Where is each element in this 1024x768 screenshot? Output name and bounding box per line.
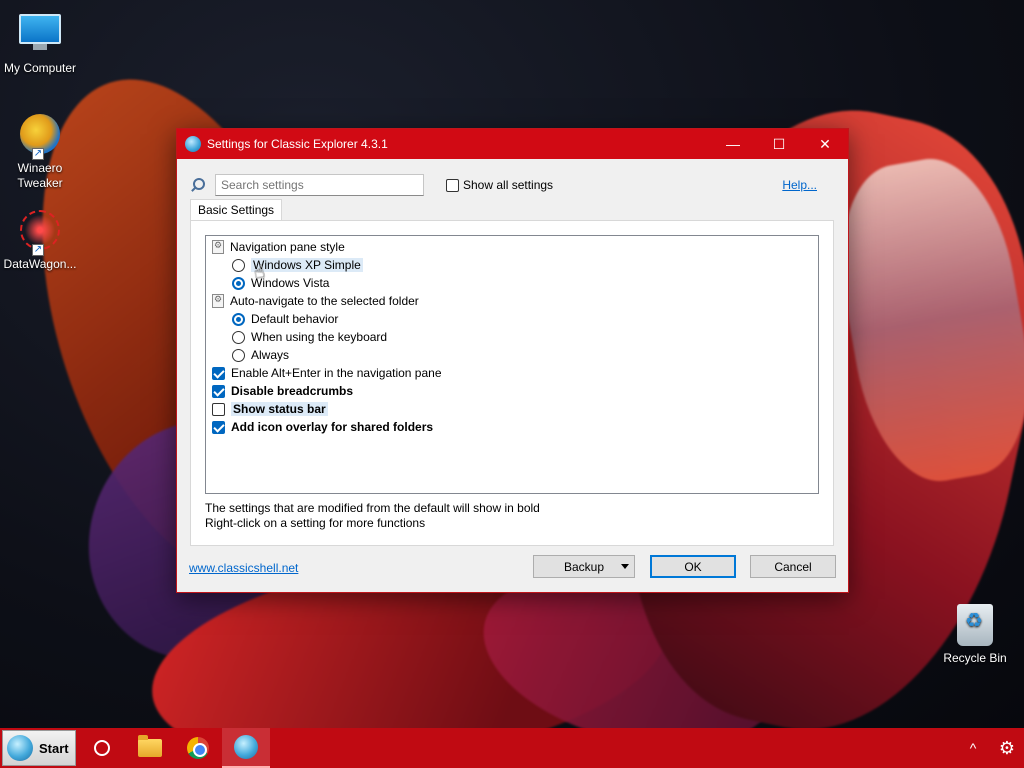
system-tray: ^ ⚙ bbox=[956, 738, 1024, 759]
info-text: The settings that are modified from the … bbox=[205, 501, 540, 531]
radio-always[interactable]: Always bbox=[206, 346, 818, 364]
desktop-icon-datawagon[interactable]: ↗ DataWagon... bbox=[0, 208, 80, 272]
start-button[interactable]: Start bbox=[2, 730, 76, 766]
checkbox-disable-breadcrumbs[interactable]: Disable breadcrumbs bbox=[206, 382, 818, 400]
radio-button[interactable] bbox=[232, 276, 245, 290]
classic-shell-icon bbox=[233, 735, 258, 759]
checkbox-add-icon-overlay[interactable]: Add icon overlay for shared folders bbox=[206, 418, 818, 436]
radio-button[interactable] bbox=[232, 348, 245, 362]
close-button[interactable]: ✕ bbox=[802, 129, 848, 159]
checkbox-box[interactable] bbox=[446, 178, 459, 192]
desktop-icon-label: DataWagon... bbox=[3, 257, 77, 271]
checkbox-label: Show all settings bbox=[463, 178, 554, 192]
taskbar-chrome[interactable] bbox=[174, 728, 222, 768]
checkbox-box[interactable] bbox=[212, 402, 225, 416]
title-bar[interactable]: Settings for Classic Explorer 4.3.1 — ☐ … bbox=[177, 129, 848, 159]
help-link[interactable]: Help... bbox=[782, 178, 817, 192]
tab-panel: Navigation pane style Windows XP Simple … bbox=[190, 220, 834, 546]
dialog-footer: www.classicshell.net Backup OK Cancel bbox=[177, 553, 848, 583]
maximize-button[interactable]: ☐ bbox=[756, 129, 802, 159]
ok-button[interactable]: OK bbox=[650, 555, 736, 578]
shortcut-arrow-icon: ↗ bbox=[32, 244, 44, 256]
datawagon-icon: ↗ bbox=[18, 210, 62, 256]
chevron-up-icon[interactable]: ^ bbox=[956, 740, 990, 756]
start-label: Start bbox=[39, 740, 69, 756]
desktop-icon-label: Recycle Bin bbox=[943, 651, 1007, 665]
desktop-icon-my-computer[interactable]: My Computer bbox=[0, 10, 80, 76]
window-title: Settings for Classic Explorer 4.3.1 bbox=[207, 137, 388, 151]
info-line: The settings that are modified from the … bbox=[205, 501, 540, 515]
folder-icon bbox=[137, 735, 162, 757]
taskbar: Start ^ ⚙ bbox=[0, 728, 1024, 768]
radio-button[interactable] bbox=[232, 258, 245, 272]
desktop-icon-winaero-tweaker[interactable]: ↗ Winaero Tweaker bbox=[0, 112, 80, 191]
setting-group-auto-navigate[interactable]: Auto-navigate to the selected folder bbox=[206, 292, 818, 310]
desktop-icon-recycle-bin[interactable]: Recycle Bin bbox=[935, 604, 1015, 666]
radio-button[interactable] bbox=[232, 312, 245, 326]
taskbar-file-explorer[interactable] bbox=[126, 728, 174, 768]
search-input[interactable] bbox=[215, 174, 424, 196]
recycle-bin-icon bbox=[953, 604, 997, 648]
settings-toolbar: Show all settings Help... bbox=[189, 173, 829, 197]
backup-button[interactable]: Backup bbox=[533, 555, 635, 578]
radio-windows-xp-simple[interactable]: Windows XP Simple bbox=[206, 256, 818, 274]
backup-button-label: Backup bbox=[563, 559, 605, 574]
checkbox-box[interactable] bbox=[212, 384, 225, 398]
taskbar-search[interactable] bbox=[78, 728, 126, 768]
settings-group-icon bbox=[212, 294, 224, 308]
settings-dialog: Settings for Classic Explorer 4.3.1 — ☐ … bbox=[176, 128, 849, 593]
checkbox-enable-alt-enter[interactable]: Enable Alt+Enter in the navigation pane bbox=[206, 364, 818, 382]
desktop-icon-label: My Computer bbox=[3, 61, 77, 75]
cortana-icon bbox=[93, 740, 110, 756]
info-line: Right-click on a setting for more functi… bbox=[205, 516, 426, 530]
radio-windows-vista[interactable]: Windows Vista bbox=[206, 274, 818, 292]
start-orb-icon bbox=[7, 735, 33, 761]
show-all-settings-checkbox[interactable]: Show all settings bbox=[446, 178, 553, 192]
settings-group-icon bbox=[212, 240, 224, 254]
radio-button[interactable] bbox=[232, 330, 245, 344]
checkbox-box[interactable] bbox=[212, 366, 225, 380]
radio-default-behavior[interactable]: Default behavior bbox=[206, 310, 818, 328]
checkbox-box[interactable] bbox=[212, 420, 225, 434]
classic-shell-icon bbox=[185, 136, 201, 152]
cancel-button[interactable]: Cancel bbox=[750, 555, 836, 578]
taskbar-classic-shell[interactable] bbox=[221, 728, 270, 768]
shortcut-arrow-icon: ↗ bbox=[32, 148, 44, 160]
winaero-tweaker-icon: ↗ bbox=[18, 114, 62, 160]
minimize-button[interactable]: — bbox=[710, 129, 756, 159]
classicshell-website-link[interactable]: www.classicshell.net bbox=[189, 561, 298, 575]
dropdown-arrow-icon bbox=[621, 564, 629, 569]
setting-group-navigation-pane-style[interactable]: Navigation pane style bbox=[206, 238, 818, 256]
checkbox-show-status-bar[interactable]: Show status bar bbox=[206, 400, 818, 418]
desktop-icon-label: Winaero Tweaker bbox=[17, 161, 63, 190]
chrome-icon bbox=[186, 737, 209, 759]
search-icon bbox=[189, 177, 205, 193]
radio-when-using-keyboard[interactable]: When using the keyboard bbox=[206, 328, 818, 346]
monitor-icon bbox=[18, 14, 62, 58]
gear-icon[interactable]: ⚙ bbox=[990, 738, 1024, 759]
settings-tree: Navigation pane style Windows XP Simple … bbox=[205, 235, 819, 494]
tab-basic-settings[interactable]: Basic Settings bbox=[190, 199, 283, 221]
